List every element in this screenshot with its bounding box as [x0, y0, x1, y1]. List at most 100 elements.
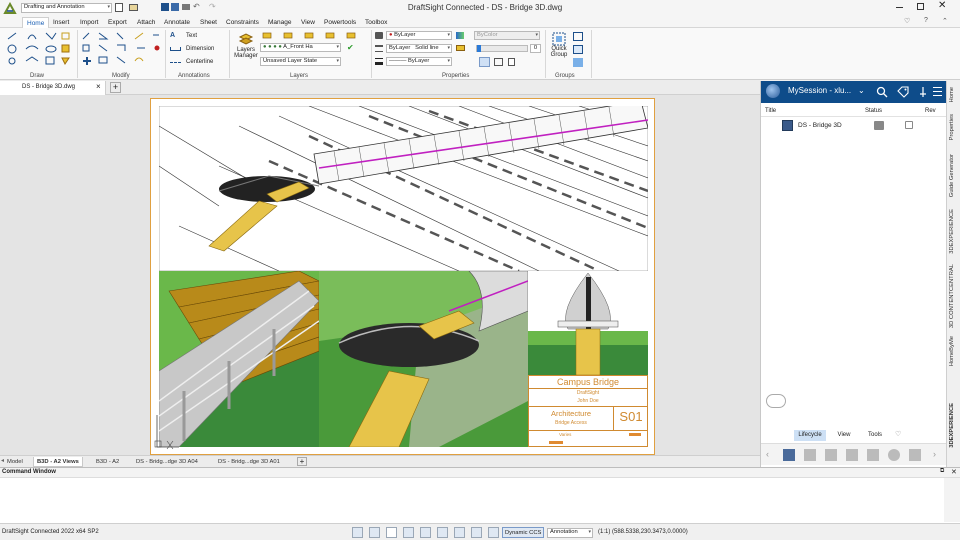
viewport-top-bridge[interactable]	[159, 106, 648, 271]
print-icon[interactable]	[182, 4, 190, 10]
action-icon-6[interactable]	[888, 449, 900, 461]
tab-constraints[interactable]: Constraints	[222, 17, 263, 28]
layout-tab-a01[interactable]: DS - Bridg...dge 3D A01	[215, 457, 283, 467]
match-properties-icon[interactable]	[375, 32, 383, 39]
draw-tools-icon[interactable]	[6, 31, 72, 65]
esnap-toggle[interactable]	[437, 527, 448, 538]
dynamic-ccs-button[interactable]: Dynamic CCS	[502, 527, 544, 538]
action-icon-1[interactable]	[783, 449, 795, 461]
transparency-slider-thumb[interactable]	[477, 45, 481, 52]
favorite-icon[interactable]: ♡	[895, 430, 901, 438]
compass-icon[interactable]	[766, 84, 780, 98]
action-icon-7[interactable]	[909, 449, 921, 461]
text-button[interactable]: A Text	[170, 32, 226, 41]
tab-view[interactable]: View	[297, 17, 319, 28]
close-button[interactable]: ✕	[938, 0, 946, 11]
linetype-manager-icon[interactable]	[456, 45, 465, 51]
quick-group-button[interactable]: Quick Group	[547, 32, 571, 68]
lineweight-select[interactable]: ——— ByLayer ▾	[386, 57, 452, 66]
tag-icon[interactable]	[897, 86, 909, 98]
layout-tab-b3d-a2[interactable]: B3D - A2	[93, 457, 122, 467]
viewport-stair-detail[interactable]	[159, 271, 319, 447]
side-tab-properties[interactable]: Properties	[949, 114, 955, 140]
tab-toolbox[interactable]: Toolbox	[361, 17, 391, 28]
command-window-close-icon[interactable]: ✕	[951, 468, 957, 476]
viewport-elevation[interactable]	[528, 271, 648, 375]
column-rev[interactable]: Rev	[925, 108, 936, 114]
layout-tab-model[interactable]: Model	[4, 457, 26, 467]
command-window-scrollbar[interactable]	[944, 478, 960, 522]
tab-view-panel[interactable]: View	[831, 430, 857, 441]
restore-button[interactable]	[917, 3, 924, 10]
action-icon-5[interactable]	[867, 449, 879, 461]
undo-icon[interactable]: ↶	[193, 2, 200, 11]
command-input[interactable]	[0, 478, 944, 522]
command-window-float-icon[interactable]: ⧉	[940, 468, 944, 475]
side-tab-3dexperience[interactable]: 3DEXPERIENCE	[949, 209, 955, 254]
quick-input-toggle[interactable]	[488, 527, 499, 538]
group-tool-icon-2[interactable]	[573, 45, 583, 54]
tab-powertools[interactable]: Powertools	[320, 17, 360, 28]
heart-icon[interactable]: ♡	[904, 17, 910, 25]
add-layout-button[interactable]: +	[297, 457, 307, 466]
snap-toggle-2[interactable]	[369, 527, 380, 538]
minimize-button[interactable]	[896, 7, 903, 8]
current-layer-select[interactable]: ● ● ● ● A_Front Ha ▾	[260, 43, 341, 52]
tab-manage[interactable]: Manage	[264, 17, 296, 28]
annotation-scale-select[interactable]: Annotation ▾	[547, 528, 593, 538]
doc-tab-bridge-3d[interactable]: DS - Bridge 3D.dwg ×	[0, 81, 106, 95]
action-icon-2[interactable]	[804, 449, 816, 461]
action-icon-4[interactable]	[846, 449, 858, 461]
plot-color-select[interactable]: ByColor ▾	[474, 31, 540, 40]
save-all-icon[interactable]	[171, 3, 179, 11]
modify-tools-icon[interactable]	[81, 31, 163, 65]
menu-icon[interactable]	[933, 87, 942, 96]
lineweight-icon[interactable]	[375, 58, 383, 65]
session-dropdown-icon[interactable]: ⌄	[858, 86, 865, 95]
session-name[interactable]: MySession - xlu...	[788, 86, 851, 95]
color-palette-icon[interactable]	[456, 32, 464, 39]
tab-lifecycle[interactable]: Lifecycle	[794, 430, 826, 441]
layer-tools-icon[interactable]	[262, 31, 366, 41]
side-tab-guide-generator[interactable]: Guide Generator	[949, 154, 955, 197]
quick-properties-icon[interactable]	[494, 58, 503, 66]
column-status[interactable]: Status	[865, 108, 882, 114]
ribbon-collapse-icon[interactable]: ⌃	[942, 17, 948, 25]
help-icon[interactable]: ?	[924, 17, 928, 24]
lineweight-toggle[interactable]	[471, 527, 482, 538]
close-tab-icon[interactable]: ×	[96, 82, 101, 91]
tab-annotate[interactable]: Annotate	[160, 17, 194, 28]
ortho-toggle[interactable]	[403, 527, 414, 538]
tab-tools[interactable]: Tools	[862, 430, 888, 441]
linetype-select[interactable]: ByLayer Solid line ▾	[386, 44, 452, 53]
layout-sheet[interactable]: Campus Bridge DraftSight John Doe Archit…	[150, 98, 655, 455]
new-file-icon[interactable]	[115, 3, 123, 12]
side-tab-homebyme[interactable]: HomeByMe	[949, 336, 955, 366]
linetype-icon[interactable]	[375, 45, 383, 52]
layout-tab-b3d-a2-views[interactable]: B3D - A2 Views	[33, 457, 83, 467]
transparency-value[interactable]: 0	[530, 44, 541, 53]
expand-panel-icon[interactable]	[766, 394, 786, 408]
side-tab-3dexperience-active[interactable]: 3DEXPERIENCE	[949, 403, 955, 448]
color-select[interactable]: ● ByLayer ▾	[386, 31, 452, 40]
viewport-perspective[interactable]	[319, 271, 528, 447]
tab-home[interactable]: Home	[22, 17, 50, 28]
list-properties-icon[interactable]	[508, 58, 515, 66]
save-icon[interactable]	[161, 3, 169, 11]
session-row[interactable]: DS - Bridge 3D	[761, 119, 947, 133]
etrack-toggle[interactable]	[454, 527, 465, 538]
group-tool-icon-1[interactable]	[573, 32, 583, 41]
tab-export[interactable]: Export	[104, 17, 131, 28]
command-window[interactable]: Command Window ⧉ ✕	[0, 467, 960, 523]
next-arrow-icon[interactable]: ›	[933, 449, 936, 459]
layer-make-current-icon[interactable]: ✔	[347, 43, 354, 52]
layers-manager-button[interactable]: Layers Manager	[232, 31, 260, 69]
pin-icon[interactable]	[918, 86, 928, 98]
group-tool-icon-3[interactable]	[573, 58, 583, 67]
centerline-button[interactable]: Centerline	[170, 58, 226, 67]
app-logo-icon[interactable]	[3, 1, 17, 15]
side-tab-home[interactable]: Home	[949, 87, 955, 102]
prev-arrow-icon[interactable]: ‹	[766, 449, 769, 459]
action-icon-3[interactable]	[825, 449, 837, 461]
tab-insert[interactable]: Insert	[49, 17, 73, 28]
